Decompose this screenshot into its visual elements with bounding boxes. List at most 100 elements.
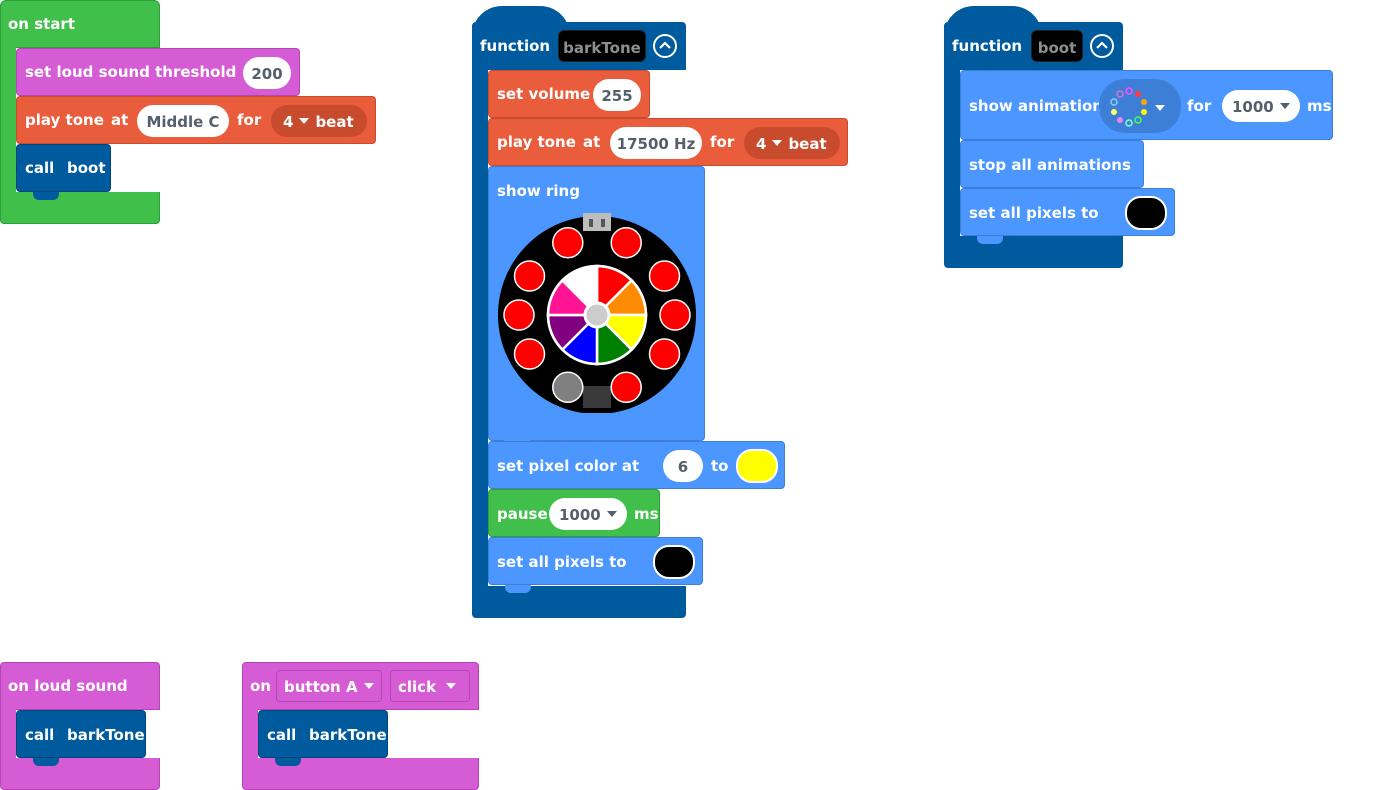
rainbow-dot [1125, 87, 1133, 95]
play-tone-label: play tone [25, 111, 104, 129]
play-tone-block[interactable]: play tone at Middle C for 4 beat [16, 96, 376, 144]
beats-dropdown[interactable]: 4 beat [271, 105, 367, 137]
neopixel-ring[interactable] [497, 213, 697, 413]
play-tone-at: at [111, 111, 129, 129]
on-start-foot [0, 192, 160, 224]
play-tone-for: for [237, 111, 262, 129]
function-name-field[interactable]: barkTone [558, 30, 646, 62]
volume-input[interactable]: 255 [593, 79, 641, 111]
ring-led[interactable] [610, 226, 642, 259]
play-tone-label: play tone [497, 133, 576, 151]
ring-led[interactable] [648, 338, 681, 370]
rainbow-dot [1117, 117, 1123, 123]
rainbow-dot [1141, 109, 1147, 115]
function-keyword: function [952, 37, 1023, 55]
note-input[interactable]: Middle C [137, 105, 229, 137]
usb-connector-icon [583, 213, 611, 231]
call-boot-block[interactable]: call boot [16, 144, 111, 200]
stop-all-label: stop all animations [969, 156, 1131, 174]
color-picker[interactable] [736, 449, 778, 483]
chevron-down-icon [299, 117, 310, 124]
pixel-index-input[interactable]: 6 [663, 450, 703, 482]
usb-connector-slot [589, 219, 593, 227]
rainbow-dot [1125, 119, 1133, 127]
function-keyword: function [480, 37, 551, 55]
pause-dropdown[interactable]: 1000 [549, 498, 627, 530]
pause-label: pause [497, 505, 548, 523]
threshold-input[interactable]: 200 [243, 57, 291, 89]
collapse-icon[interactable] [1090, 34, 1114, 58]
show-animation-for: for [1187, 97, 1212, 115]
duration-dropdown[interactable]: 1000 [1222, 90, 1300, 122]
event-value: click [398, 678, 437, 696]
call-label: call [267, 726, 297, 744]
rainbow-dot [1134, 116, 1142, 124]
wheel-center [583, 301, 611, 329]
ring-led[interactable] [610, 371, 642, 404]
ring-led[interactable] [648, 260, 681, 292]
set-threshold-block[interactable]: set loud sound threshold 200 [16, 48, 300, 96]
play-tone-hz-block[interactable]: play tone at 17500 Hz for 4 beat [488, 118, 848, 166]
boot-spine [944, 68, 960, 238]
duration-unit: ms [1307, 97, 1332, 115]
set-all-label: set all pixels to [969, 204, 1099, 222]
on-start-spine [0, 47, 16, 193]
set-pixel-label: set pixel color at [497, 457, 640, 475]
on-loud-spine [0, 709, 16, 759]
set-all-pixels-block[interactable]: set all pixels to [488, 537, 703, 593]
event-dropdown[interactable]: click [390, 670, 470, 702]
on-button-spine [242, 709, 258, 759]
chevron-down-icon [772, 139, 783, 146]
call-barktone-block[interactable]: call barkTone [258, 710, 388, 766]
color-picker[interactable] [653, 545, 695, 579]
show-ring-label: show ring [497, 182, 580, 200]
function-name-field[interactable]: boot [1031, 30, 1083, 62]
duration-value: 1000 [1232, 98, 1274, 116]
call-barktone-block[interactable]: call barkTone [16, 710, 146, 766]
ring-led[interactable] [513, 338, 546, 370]
battery-connector-icon [583, 386, 611, 408]
call-target: boot [67, 159, 106, 177]
ring-led[interactable] [513, 260, 546, 292]
ring-led[interactable] [552, 371, 584, 404]
pause-unit: ms [634, 505, 659, 523]
button-value: button A [284, 678, 358, 696]
ring-led[interactable] [659, 299, 691, 331]
call-target: barkTone [309, 726, 387, 744]
rainbow-dot [1141, 99, 1147, 105]
frequency-input[interactable]: 17500 Hz [610, 127, 702, 159]
set-all-pixels-block[interactable]: set all pixels to [960, 188, 1175, 244]
beats-dropdown[interactable]: 4 beat [744, 127, 840, 159]
collapse-icon[interactable] [653, 34, 677, 58]
set-pixel-to: to [711, 457, 729, 475]
call-label: call [25, 726, 55, 744]
set-pixel-color-block[interactable]: set pixel color at 6 to [488, 441, 785, 489]
show-ring-block[interactable]: show ring [488, 166, 705, 441]
set-all-label: set all pixels to [497, 553, 627, 571]
barktone-spine [472, 68, 488, 588]
set-volume-block[interactable]: set volume 255 [488, 70, 650, 118]
on-loud-label: on loud sound [8, 677, 128, 695]
block-notch [33, 192, 59, 200]
animation-dropdown[interactable] [1099, 79, 1181, 133]
block-notch [505, 585, 531, 593]
chevron-down-icon [606, 510, 617, 517]
rainbow-dot [1116, 90, 1124, 98]
show-animation-label: show animation [969, 97, 1103, 115]
play-tone-at: at [583, 133, 601, 151]
ring-led[interactable] [552, 226, 584, 259]
barktone-foot [472, 586, 686, 618]
stop-all-animations-block[interactable]: stop all animations [960, 140, 1144, 188]
set-threshold-label: set loud sound threshold [25, 63, 237, 81]
ring-led[interactable] [503, 299, 535, 331]
rainbow-dot [1111, 109, 1117, 115]
chevron-down-icon [1155, 105, 1165, 111]
color-picker[interactable] [1125, 196, 1167, 230]
play-tone-for: for [710, 133, 735, 151]
on-loud-foot [0, 758, 160, 790]
button-dropdown[interactable]: button A [276, 670, 382, 702]
call-label: call [25, 159, 55, 177]
pause-block[interactable]: pause 1000 ms [488, 489, 660, 537]
block-notch [977, 236, 1003, 244]
show-animation-block[interactable]: show animation for 1000 ms [960, 70, 1333, 140]
